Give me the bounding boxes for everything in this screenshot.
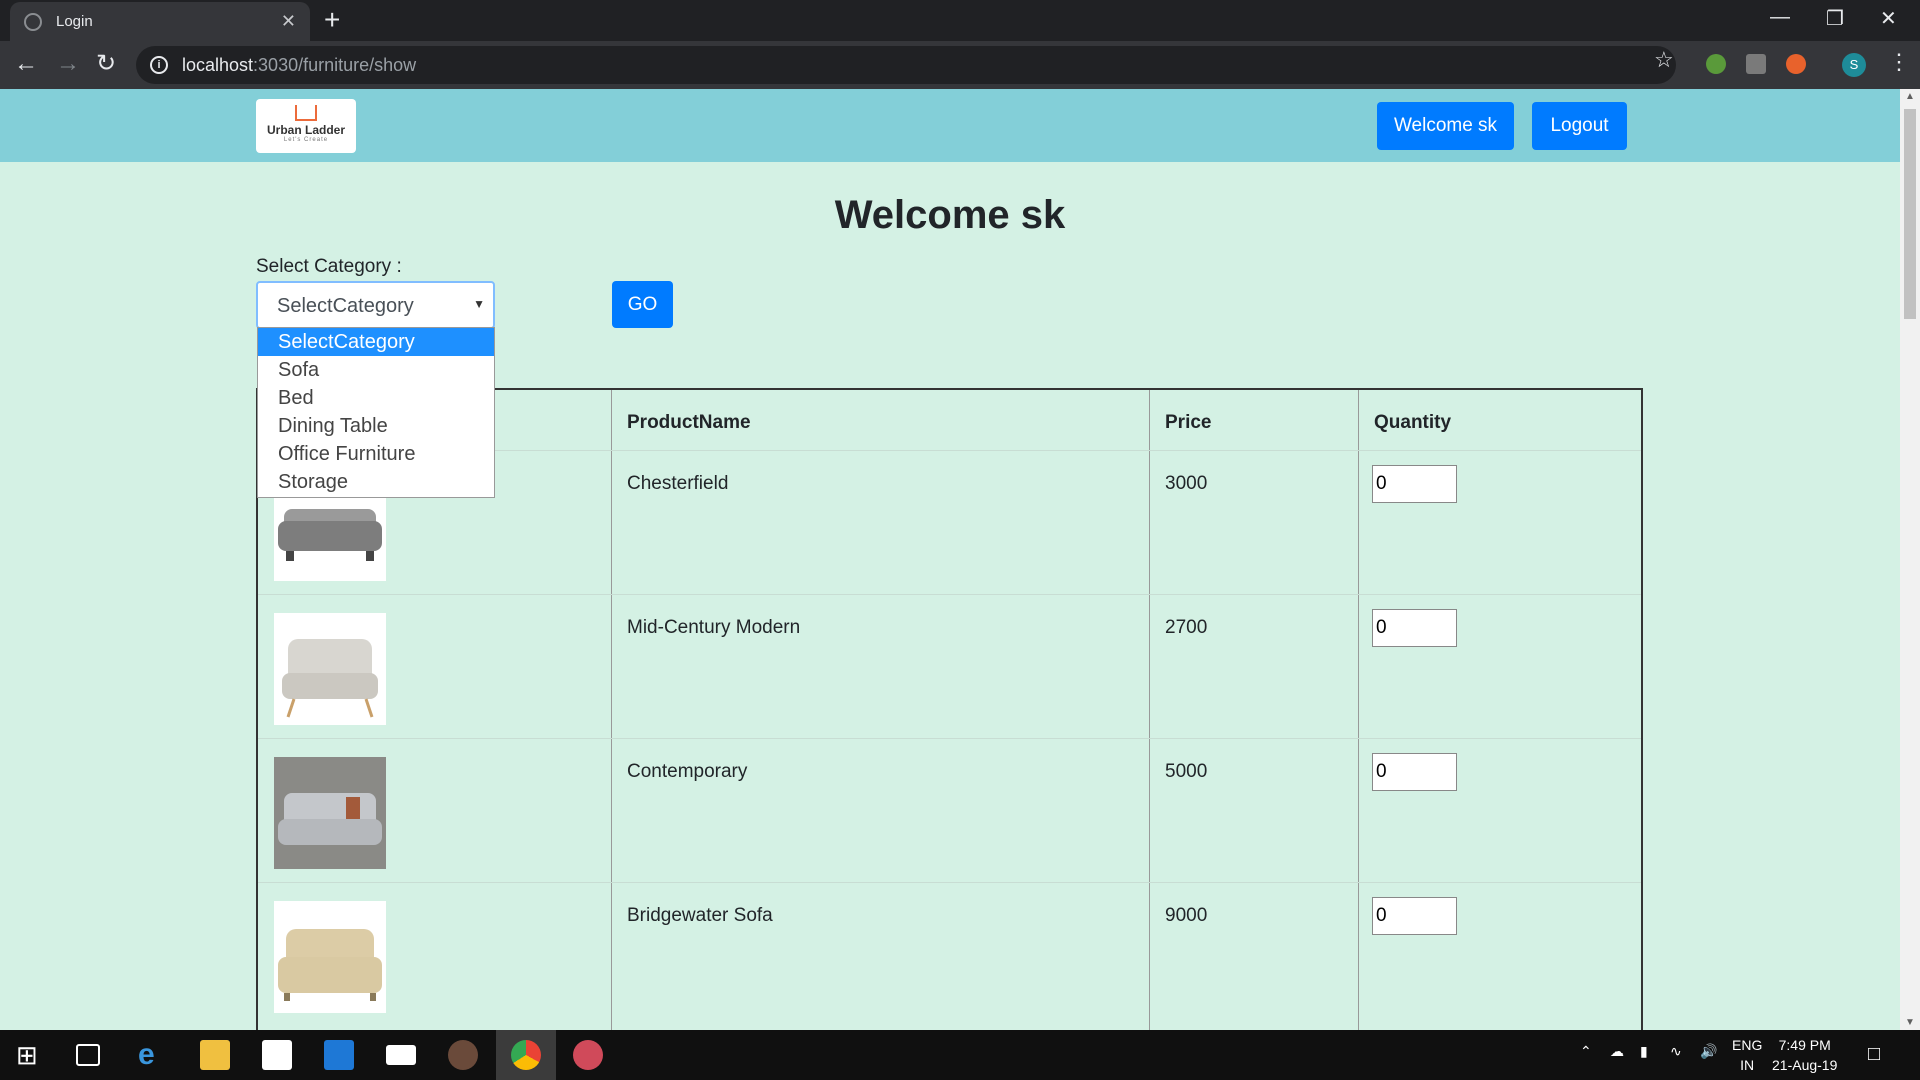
logo-mark-icon (295, 105, 317, 121)
page-heading: Welcome sk (834, 193, 1066, 237)
app-icon[interactable] (324, 1040, 354, 1070)
product-name: Chesterfield (627, 473, 729, 494)
region-code: IN (1740, 1057, 1755, 1073)
logo-tagline: Let's Create (283, 137, 329, 143)
window-close-icon[interactable]: ✕ (1880, 6, 1897, 31)
welcome-user-button[interactable]: Welcome sk (1377, 102, 1514, 150)
notifications-icon[interactable]: □ (1868, 1043, 1880, 1066)
quantity-input[interactable] (1372, 465, 1457, 503)
reload-icon[interactable]: ↻ (96, 49, 116, 79)
quantity-input[interactable] (1372, 753, 1457, 791)
globe-icon (24, 12, 42, 31)
option-sofa[interactable]: Sofa (258, 356, 494, 384)
category-select[interactable]: SelectCategory ▼ (256, 281, 495, 329)
quantity-input[interactable] (1372, 897, 1457, 935)
volume-icon[interactable]: 🔊 (1700, 1043, 1717, 1060)
header-product-name: ProductName (627, 412, 751, 433)
option-storage[interactable]: Storage (258, 468, 494, 496)
bookmark-star-icon[interactable]: ☆ (1654, 47, 1674, 73)
shield-extension-icon[interactable] (1706, 54, 1726, 74)
settings-app-icon[interactable] (448, 1040, 478, 1070)
table-row: Mid-Century Modern 2700 (258, 594, 1641, 738)
forward-icon[interactable]: → (56, 49, 80, 79)
product-price: 3000 (1165, 473, 1208, 494)
show-hidden-icons-icon[interactable]: ⌃ (1580, 1043, 1592, 1060)
header-price: Price (1165, 412, 1212, 433)
sofa-icon (282, 639, 378, 718)
option-select-category[interactable]: SelectCategory (258, 328, 494, 356)
wifi-icon[interactable]: ∿ (1670, 1043, 1682, 1060)
clock-date: 21-Aug-19 (1772, 1057, 1838, 1073)
url-path: :3030/furniture/show (253, 54, 417, 75)
browser-menu-icon[interactable]: ⋮ (1888, 49, 1910, 75)
avg-extension-icon[interactable] (1746, 54, 1766, 74)
browser-tab-bar: Login ✕ + — ❐ ✕ (0, 0, 1920, 41)
chevron-down-icon: ▼ (473, 297, 485, 311)
browser-tab[interactable]: Login ✕ (10, 2, 310, 41)
infinity-extension-icon[interactable] (1786, 54, 1806, 74)
store-icon[interactable] (262, 1040, 292, 1070)
logo-name: Urban Ladder (266, 123, 345, 137)
profile-avatar[interactable]: S (1842, 53, 1866, 77)
option-bed[interactable]: Bed (258, 384, 494, 412)
onedrive-icon[interactable]: ☁ (1610, 1043, 1624, 1060)
edge-icon[interactable]: e (138, 1040, 168, 1070)
tab-title: Login (56, 13, 93, 30)
product-name: Bridgewater Sofa (627, 905, 773, 926)
category-dropdown-list[interactable]: SelectCategory Sofa Bed Dining Table Off… (257, 327, 495, 498)
quantity-input[interactable] (1372, 609, 1457, 647)
url-host: localhost (182, 54, 254, 75)
scroll-up-icon[interactable]: ▲ (1905, 91, 1915, 102)
logout-button[interactable]: Logout (1532, 102, 1627, 150)
table-row: Bridgewater Sofa 9000 (258, 882, 1641, 1026)
paint-icon[interactable] (573, 1040, 603, 1070)
system-clock[interactable]: 7:49 PM 21-Aug-19 (1772, 1035, 1837, 1075)
task-view-icon[interactable] (76, 1044, 100, 1066)
option-dining-table[interactable]: Dining Table (258, 412, 494, 440)
sofa-icon (274, 757, 386, 869)
go-button[interactable]: GO (612, 281, 673, 328)
site-header: Urban Ladder Let's Create Welcome sk Log… (0, 89, 1900, 162)
urban-ladder-logo[interactable]: Urban Ladder Let's Create (256, 99, 356, 153)
product-image (274, 613, 386, 725)
windows-taskbar: ⊞ e ⌃ ☁ ▮ ∿ 🔊 ENG IN 7:49 PM 21-Aug-19 □ (0, 1030, 1920, 1080)
info-icon[interactable]: i (150, 56, 168, 74)
close-tab-icon[interactable]: ✕ (281, 11, 296, 32)
new-tab-button[interactable]: + (324, 6, 340, 34)
scrollbar-thumb[interactable] (1904, 109, 1916, 319)
language-code: ENG (1732, 1037, 1763, 1053)
chrome-icon[interactable] (511, 1040, 541, 1070)
header-quantity: Quantity (1374, 412, 1452, 433)
page-scrollbar[interactable]: ▲ ▼ (1900, 89, 1920, 1030)
battery-icon[interactable]: ▮ (1640, 1043, 1648, 1060)
product-name: Mid-Century Modern (627, 617, 801, 638)
category-select-value: SelectCategory (277, 295, 414, 317)
product-image (274, 901, 386, 1013)
product-price: 5000 (1165, 761, 1208, 782)
product-image (274, 757, 386, 869)
sofa-icon (278, 929, 382, 1001)
product-price: 2700 (1165, 617, 1208, 638)
scroll-down-icon[interactable]: ▼ (1905, 1017, 1915, 1028)
restore-icon[interactable]: ❐ (1826, 6, 1844, 31)
language-indicator[interactable]: ENG IN (1732, 1035, 1762, 1075)
product-price: 9000 (1165, 905, 1208, 926)
category-label: Select Category : (256, 256, 402, 277)
mail-icon[interactable] (386, 1045, 416, 1065)
back-icon[interactable]: ← (14, 49, 38, 79)
file-explorer-icon[interactable] (200, 1040, 230, 1070)
option-office-furniture[interactable]: Office Furniture (258, 440, 494, 468)
address-bar[interactable]: i localhost:3030/furniture/show (136, 46, 1676, 84)
clock-time: 7:49 PM (1778, 1037, 1831, 1053)
windows-start-icon[interactable]: ⊞ (16, 1040, 46, 1070)
browser-toolbar: ← → ↻ i localhost:3030/furniture/show ☆ … (0, 41, 1920, 89)
product-name: Contemporary (627, 761, 748, 782)
table-row: Contemporary 5000 (258, 738, 1641, 882)
minimize-icon[interactable]: — (1770, 6, 1790, 29)
